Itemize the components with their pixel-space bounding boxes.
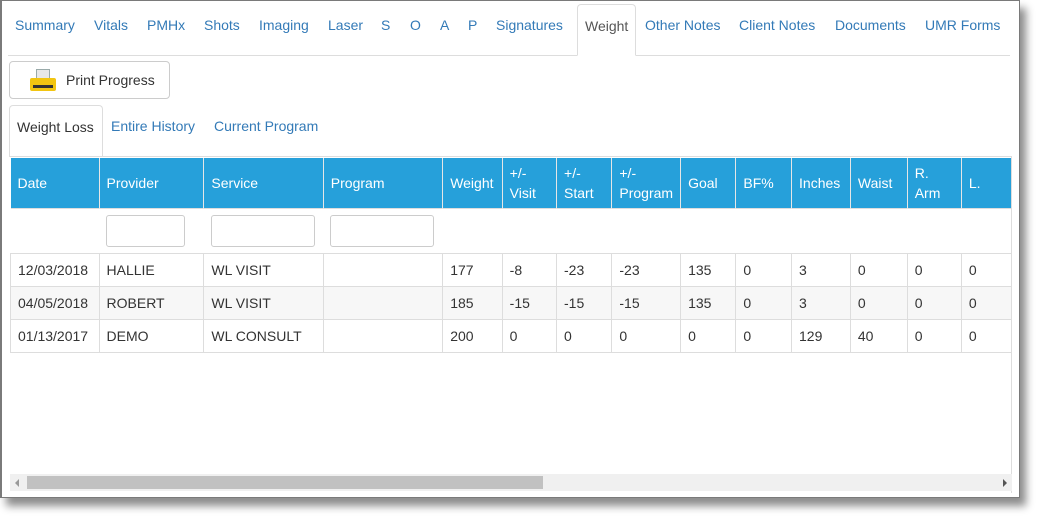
table-row[interactable]: 12/03/2018 HALLIE WL VISIT 177 -8 -23 -23 135 0 3…: [10, 253, 1012, 287]
horizontal-scrollbar[interactable]: [10, 474, 1012, 491]
table-cell: 185: [442, 286, 503, 320]
tab-laser[interactable]: Laser: [321, 4, 370, 55]
table-cell: -15: [501, 286, 558, 320]
scroll-left-arrow-icon[interactable]: [15, 479, 19, 487]
tab-weight[interactable]: Weight: [577, 4, 637, 56]
filter-row: [10, 208, 1012, 254]
table-cell: 0: [960, 286, 1012, 320]
col-header-service[interactable]: Service: [203, 158, 324, 209]
table-row[interactable]: 04/05/2018 ROBERT WL VISIT 185 -15 -15 -15 135 0…: [10, 286, 1012, 320]
col-header-r-arm[interactable]: R. Arm: [907, 158, 962, 209]
col-header-bf[interactable]: BF%: [735, 158, 793, 209]
table-cell: [322, 286, 444, 320]
col-header-l-arm[interactable]: L.: [961, 158, 1012, 209]
table-cell: 0: [849, 286, 908, 320]
table-cell: HALLIE: [98, 253, 205, 287]
col-header-goal[interactable]: Goal: [680, 158, 737, 209]
table-row[interactable]: 01/13/2017 DEMO WL CONSULT 200 0 0 0 0 0 129 40 0 0: [10, 319, 1012, 353]
table-cell: WL VISIT: [203, 286, 324, 320]
table-cell: -8: [501, 253, 558, 287]
tab-current-program[interactable]: Current Program: [207, 105, 325, 157]
provider-filter-input[interactable]: [106, 215, 186, 247]
col-header-date[interactable]: Date: [10, 158, 100, 209]
table-cell: 04/05/2018: [10, 286, 100, 320]
printer-icon: [30, 69, 56, 91]
col-header-waist[interactable]: Waist: [850, 158, 908, 209]
table-cell: [322, 253, 444, 287]
table-cell: 0: [849, 253, 908, 287]
tab-imaging[interactable]: Imaging: [252, 4, 316, 55]
col-header-visit-change[interactable]: +/- Visit: [502, 158, 558, 209]
tab-s[interactable]: S: [374, 4, 397, 55]
tab-summary[interactable]: Summary: [8, 4, 82, 55]
tab-weight-loss[interactable]: Weight Loss: [9, 105, 103, 157]
col-header-provider[interactable]: Provider: [99, 158, 205, 209]
table-cell: 0: [735, 319, 793, 353]
tab-pmhx[interactable]: PMHx: [140, 4, 192, 55]
program-filter-input[interactable]: [330, 215, 435, 247]
table-cell: 135: [680, 286, 737, 320]
weight-table: Date Provider Service Program Weight +/-…: [10, 158, 1012, 353]
table-cell: 0: [556, 319, 613, 353]
table-cell: 01/13/2017: [10, 319, 100, 353]
tab-other-notes[interactable]: Other Notes: [638, 4, 727, 55]
weight-grid: Date Provider Service Program Weight +/-…: [10, 156, 1012, 494]
main-tab-bar: Summary Vitals PMHx Shots Imaging Laser …: [8, 4, 1010, 56]
print-progress-button[interactable]: Print Progress: [9, 61, 170, 99]
table-cell: 40: [849, 319, 908, 353]
col-header-start-change[interactable]: +/- Start: [556, 158, 613, 209]
tab-o[interactable]: O: [403, 4, 428, 55]
table-cell: -15: [556, 286, 613, 320]
table-cell: [322, 319, 444, 353]
table-cell: 0: [735, 253, 793, 287]
service-filter-input[interactable]: [210, 215, 315, 247]
table-cell: 0: [501, 319, 558, 353]
tab-signatures[interactable]: Signatures: [489, 4, 570, 55]
table-cell: 129: [791, 319, 851, 353]
table-cell: ROBERT: [98, 286, 205, 320]
table-cell: WL CONSULT: [203, 319, 324, 353]
col-header-program-change[interactable]: +/- Program: [611, 158, 682, 209]
tab-a[interactable]: A: [433, 4, 456, 55]
table-cell: 12/03/2018: [10, 253, 100, 287]
table-cell: WL VISIT: [203, 253, 324, 287]
table-cell: 200: [442, 319, 503, 353]
table-cell: 0: [906, 319, 962, 353]
print-progress-label: Print Progress: [66, 72, 155, 88]
tab-client-notes[interactable]: Client Notes: [732, 4, 822, 55]
tab-shots[interactable]: Shots: [197, 4, 247, 55]
header-row: Date Provider Service Program Weight +/-…: [10, 158, 1012, 209]
table-cell: -23: [611, 253, 682, 287]
weight-sub-tab-bar: Weight Loss Entire History Current Progr…: [9, 105, 329, 157]
table-cell: 3: [791, 253, 851, 287]
table-cell: 135: [680, 253, 737, 287]
table-cell: 0: [960, 253, 1012, 287]
col-header-program[interactable]: Program: [323, 158, 444, 209]
table-cell: 0: [735, 286, 793, 320]
scroll-right-arrow-icon[interactable]: [1003, 479, 1007, 487]
tab-entire-history[interactable]: Entire History: [104, 105, 202, 157]
table-cell: 177: [442, 253, 503, 287]
table-cell: 0: [680, 319, 737, 353]
table-cell: DEMO: [98, 319, 205, 353]
grid-right-border: [1011, 156, 1012, 493]
table-cell: -15: [611, 286, 682, 320]
col-header-weight[interactable]: Weight: [442, 158, 503, 209]
table-cell: -23: [556, 253, 613, 287]
table-cell: 0: [611, 319, 682, 353]
tab-p[interactable]: P: [461, 4, 484, 55]
table-cell: 0: [960, 319, 1012, 353]
table-cell: 0: [906, 253, 962, 287]
tab-vitals[interactable]: Vitals: [87, 4, 135, 55]
tab-documents[interactable]: Documents: [828, 4, 913, 55]
tab-umr-forms[interactable]: UMR Forms: [918, 4, 1007, 55]
table-cell: 0: [906, 286, 962, 320]
scrollbar-thumb[interactable]: [27, 476, 543, 489]
col-header-inches[interactable]: Inches: [791, 158, 851, 209]
table-cell: 3: [791, 286, 851, 320]
